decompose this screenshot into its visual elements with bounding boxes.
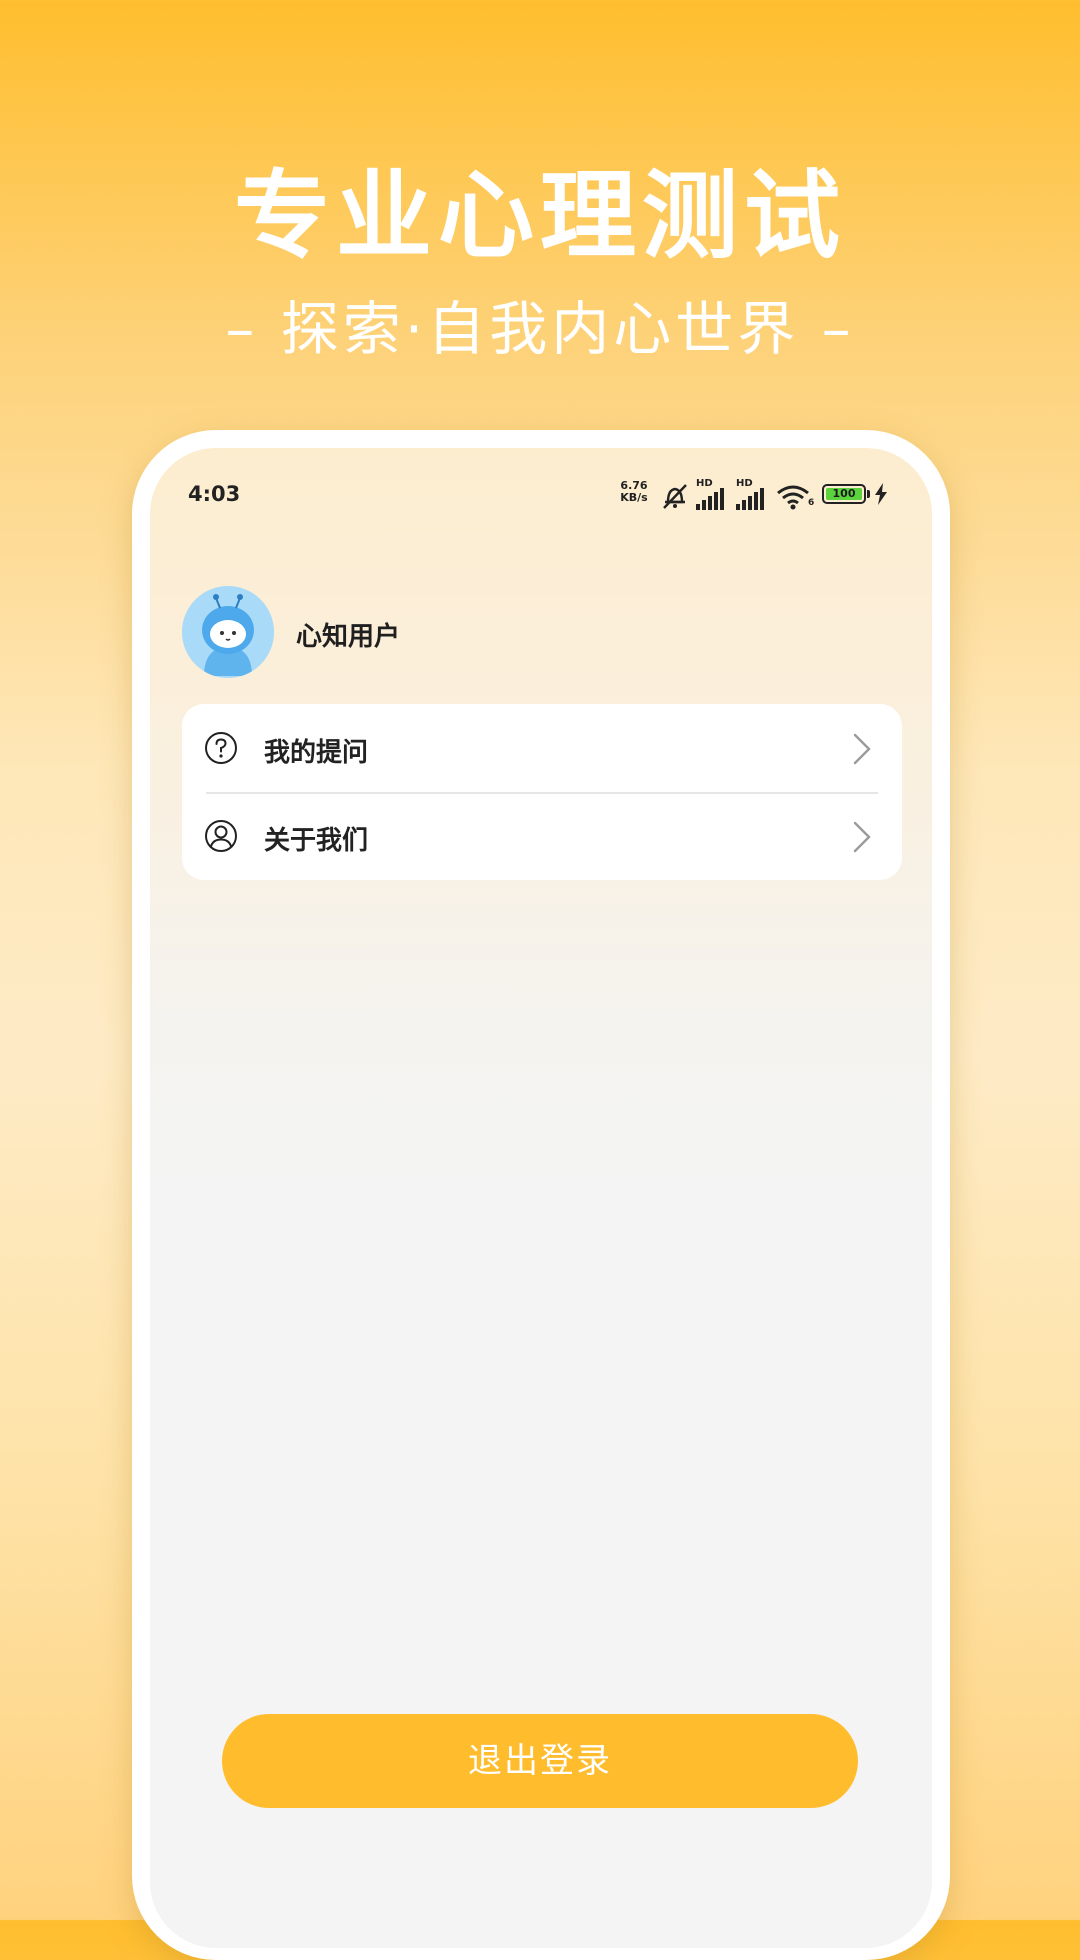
avatar-mascot-icon — [182, 586, 274, 678]
status-bar: 4:03 6.76 KB/s HD HD 6 100 — [150, 448, 932, 540]
signal-2-icon — [736, 488, 764, 510]
menu-item-label: 关于我们 — [264, 826, 369, 856]
chevron-right-icon — [853, 733, 871, 765]
menu-item-label: 我的提问 — [264, 738, 369, 768]
promo-title: 专业心理测试 — [234, 160, 846, 272]
logout-button[interactable]: 退出登录 — [222, 1714, 858, 1808]
promo-subtitle: – 探索·自我内心世界 – — [225, 295, 855, 363]
chevron-right-icon — [853, 821, 871, 853]
battery-icon: 100 — [822, 484, 866, 504]
menu-item-about-us[interactable]: 关于我们 — [182, 792, 902, 880]
status-time: 4:03 — [188, 482, 241, 506]
net-speed: 6.76 KB/s — [618, 480, 650, 504]
menu-card: 我的提问 关于我们 — [182, 704, 902, 880]
charging-icon — [875, 483, 887, 505]
username: 心知用户 — [296, 622, 401, 652]
user-circle-icon — [205, 820, 237, 852]
net-speed-unit: KB/s — [620, 491, 648, 504]
wifi-icon — [777, 485, 809, 510]
avatar[interactable] — [182, 586, 274, 678]
mute-bell-icon — [663, 484, 687, 509]
signal-1-icon — [696, 488, 724, 510]
menu-item-my-questions[interactable]: 我的提问 — [182, 704, 902, 794]
phone-screen: 4:03 6.76 KB/s HD HD 6 100 心知用户 我的提问 关于我… — [150, 448, 932, 1948]
battery-cap — [867, 490, 870, 498]
wifi-label: 6 — [808, 498, 815, 508]
question-circle-icon — [205, 732, 237, 764]
battery-level: 100 — [826, 488, 862, 500]
